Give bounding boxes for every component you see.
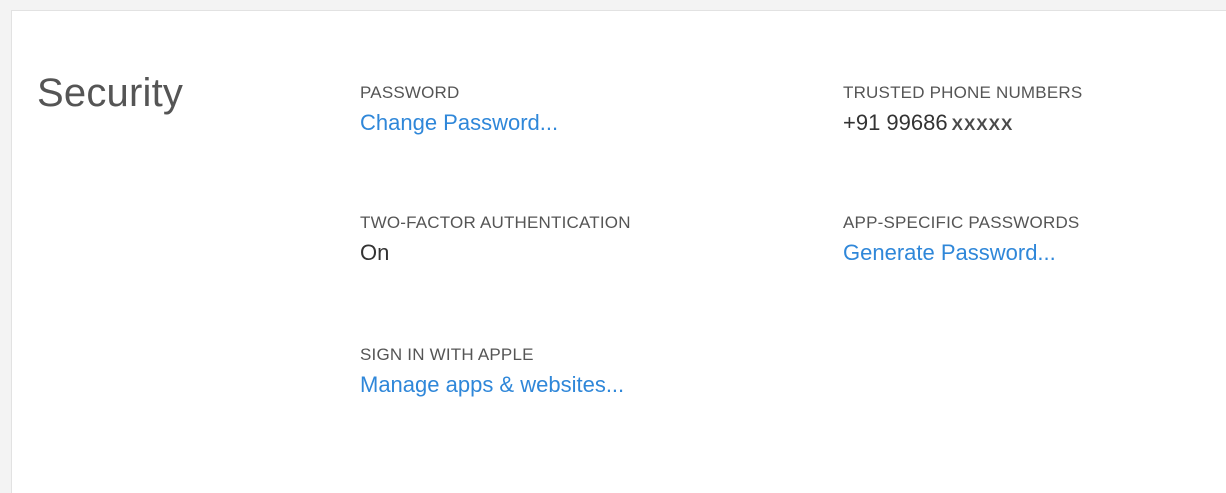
phone-number: +91 99686 (843, 110, 948, 135)
two-factor-status: On (360, 240, 390, 265)
password-label: PASSWORD (360, 83, 460, 102)
section-title: Security (37, 71, 184, 115)
two-factor-label: TWO-FACTOR AUTHENTICATION (360, 213, 631, 232)
generate-password-link[interactable]: Generate Password... (843, 240, 1079, 266)
app-specific-passwords-label: APP-SPECIFIC PASSWORDS (843, 213, 1080, 232)
sign-in-with-apple-label: SIGN IN WITH APPLE (360, 345, 534, 364)
trusted-phone-label: TRUSTED PHONE NUMBERS (843, 83, 1083, 102)
change-password-link[interactable]: Change Password... (360, 110, 558, 136)
manage-apps-websites-link[interactable]: Manage apps & websites... (360, 372, 624, 398)
two-factor-field: TWO-FACTOR AUTHENTICATION On (360, 213, 631, 266)
sign-in-with-apple-field: SIGN IN WITH APPLE Manage apps & website… (360, 345, 624, 398)
phone-masked-digits: XXXXX (951, 115, 1014, 134)
trusted-phone-field: TRUSTED PHONE NUMBERS +91 99686 XXXXX (843, 83, 1082, 138)
trusted-phone-value: +91 99686 XXXXX (843, 110, 1082, 138)
password-field: PASSWORD Change Password... (360, 83, 558, 136)
app-specific-passwords-field: APP-SPECIFIC PASSWORDS Generate Password… (843, 213, 1079, 266)
security-card: Security PASSWORD Change Password... TWO… (11, 10, 1226, 493)
